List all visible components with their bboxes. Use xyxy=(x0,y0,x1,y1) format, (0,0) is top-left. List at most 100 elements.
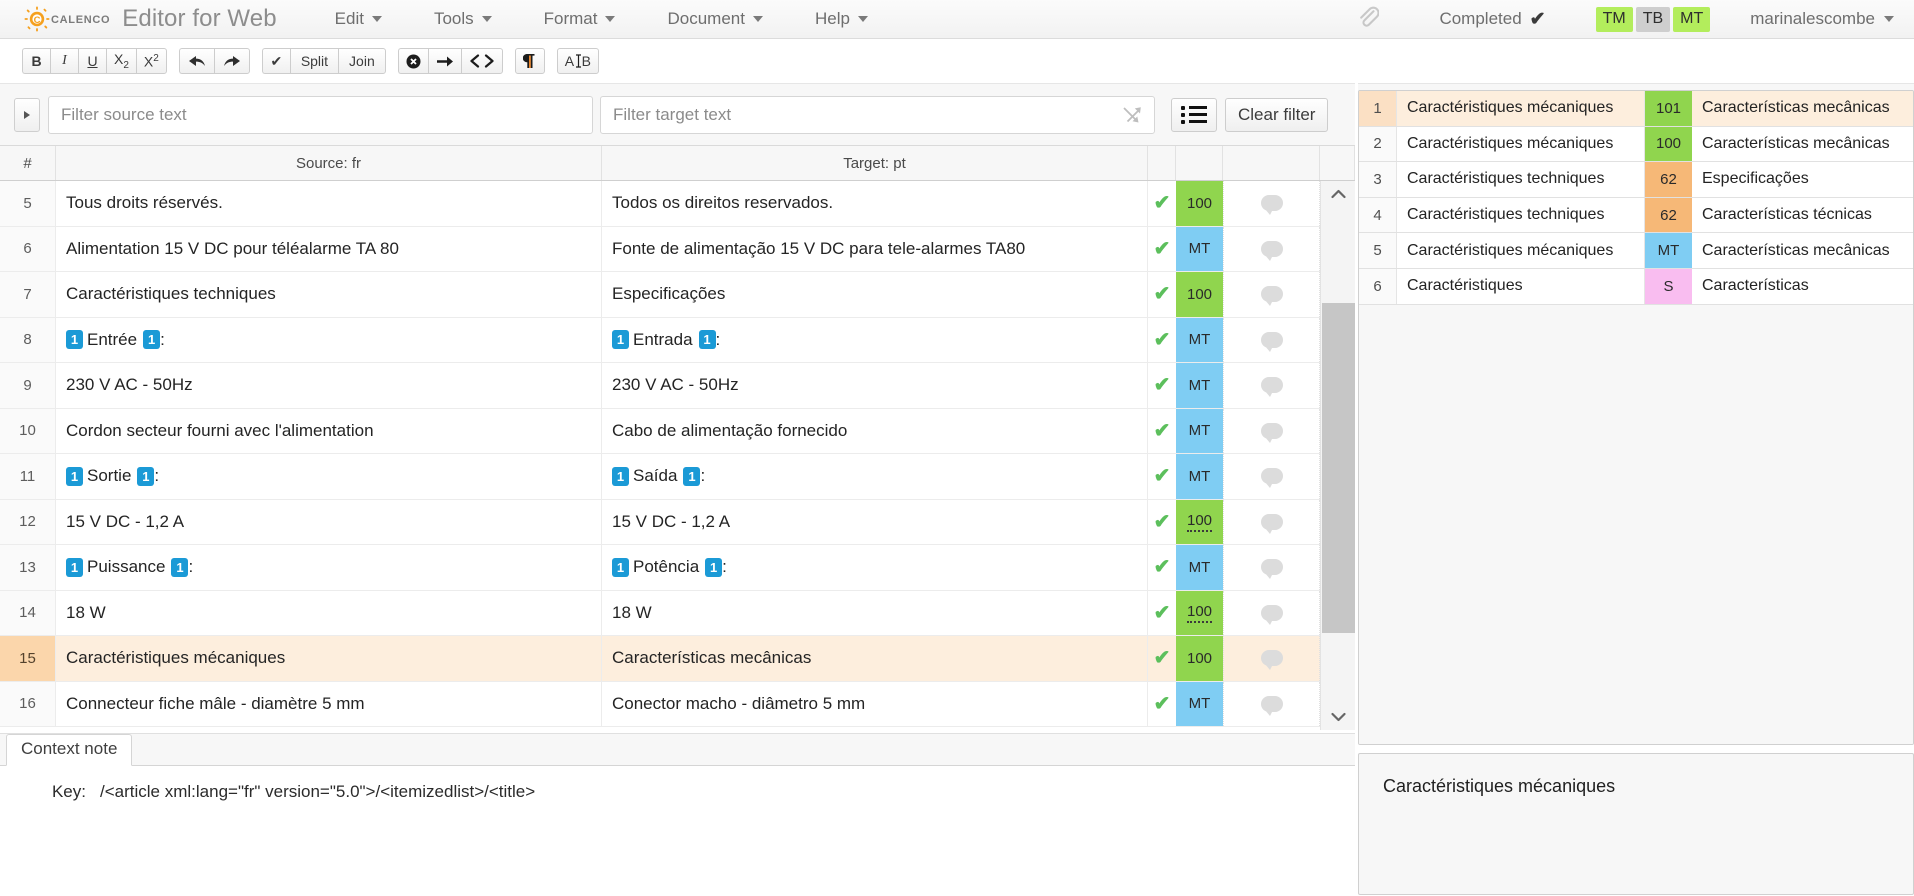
table-row[interactable]: 8 1 Entrée 1: 1 Entrada 1: ✔ MT xyxy=(0,317,1355,363)
row-score-cell[interactable]: MT xyxy=(1176,545,1223,590)
inline-tag[interactable]: 1 xyxy=(66,330,83,350)
clear-formatting-button[interactable] xyxy=(397,48,428,74)
row-score-cell[interactable]: MT xyxy=(1176,454,1223,499)
row-comment-cell[interactable] xyxy=(1223,636,1320,681)
user-menu[interactable]: marinalescombe xyxy=(1750,9,1894,29)
scroll-down-arrow-icon[interactable] xyxy=(1321,704,1355,730)
underline-button[interactable]: U xyxy=(78,48,106,74)
row-comment-cell[interactable] xyxy=(1223,499,1320,544)
row-validated-icon[interactable]: ✔ xyxy=(1148,227,1176,272)
inline-tag[interactable]: 1 xyxy=(612,330,629,350)
row-source-cell[interactable]: Cordon secteur fourni avec l'alimentatio… xyxy=(56,408,602,453)
row-validated-icon[interactable]: ✔ xyxy=(1148,181,1176,226)
comment-bubble-icon[interactable] xyxy=(1260,286,1283,307)
list-item[interactable]: 6 Caractéristiques S Características xyxy=(1359,268,1913,305)
row-source-cell[interactable]: 15 V DC - 1,2 A xyxy=(56,499,602,544)
row-validated-icon[interactable]: ✔ xyxy=(1148,363,1176,408)
list-item[interactable]: 1 Caractéristiques mécaniques 101 Caract… xyxy=(1359,91,1913,127)
menu-format[interactable]: Format xyxy=(536,5,624,33)
menu-document[interactable]: Document xyxy=(659,5,770,33)
menu-edit[interactable]: Edit xyxy=(327,5,390,33)
paperclip-icon[interactable] xyxy=(1357,5,1381,34)
table-row[interactable]: 16 Connecteur fiche mâle - diamètre 5 mm… xyxy=(0,681,1355,727)
comment-bubble-icon[interactable] xyxy=(1260,422,1283,443)
tab-context-note[interactable]: Context note xyxy=(6,734,133,766)
row-score-cell[interactable]: 100 xyxy=(1176,590,1223,635)
undo-button[interactable] xyxy=(178,48,214,74)
subscript-button[interactable]: X2 xyxy=(106,48,136,74)
comment-bubble-icon[interactable] xyxy=(1260,559,1283,580)
row-validated-icon[interactable]: ✔ xyxy=(1148,591,1176,636)
redo-button[interactable] xyxy=(213,48,250,74)
row-validated-icon[interactable]: ✔ xyxy=(1148,636,1176,681)
row-score-cell[interactable]: 100 xyxy=(1176,636,1223,681)
row-score-cell[interactable]: 100 xyxy=(1176,499,1223,544)
row-comment-cell[interactable] xyxy=(1223,545,1320,590)
list-item[interactable]: 4 Caractéristiques techniques 62 Caracte… xyxy=(1359,197,1913,234)
row-target-cell[interactable]: Conector macho - diâmetro 5 mm xyxy=(602,681,1148,726)
insert-tag-button[interactable] xyxy=(427,48,461,74)
inline-tag[interactable]: 1 xyxy=(66,557,83,577)
row-source-cell[interactable]: 1 Puissance 1 : xyxy=(56,545,602,590)
bold-button[interactable]: B xyxy=(22,48,50,74)
row-comment-cell[interactable] xyxy=(1223,226,1320,271)
row-comment-cell[interactable] xyxy=(1223,590,1320,635)
list-item[interactable]: 2 Caractéristiques mécaniques 100 Caract… xyxy=(1359,126,1913,163)
row-comment-cell[interactable] xyxy=(1223,408,1320,453)
row-source-cell[interactable]: 18 W xyxy=(56,590,602,635)
row-source-cell[interactable]: Caractéristiques techniques xyxy=(56,272,602,317)
row-target-cell[interactable]: 15 V DC - 1,2 A xyxy=(602,499,1148,544)
menu-help[interactable]: Help xyxy=(807,5,876,33)
filter-target-input[interactable] xyxy=(600,95,1155,134)
row-target-cell[interactable]: 18 W xyxy=(602,590,1148,635)
list-item[interactable]: 5 Caractéristiques mécaniques MT Caracte… xyxy=(1359,233,1913,269)
row-source-cell[interactable]: Tous droits réservés. xyxy=(56,181,602,226)
row-source-cell[interactable]: Caractéristiques mécaniques xyxy=(56,636,602,681)
row-validated-icon[interactable]: ✔ xyxy=(1148,545,1176,590)
inline-tag[interactable]: 1 xyxy=(612,557,629,577)
inline-tag[interactable]: 1 xyxy=(612,466,629,486)
inline-tag[interactable]: 1 xyxy=(66,466,83,486)
row-score-cell[interactable]: MT xyxy=(1176,681,1223,726)
row-score-cell[interactable]: 100 xyxy=(1176,272,1223,317)
comment-bubble-icon[interactable] xyxy=(1260,695,1283,716)
app-logo[interactable]: C CALENCO xyxy=(24,6,110,32)
row-validated-icon[interactable]: ✔ xyxy=(1148,318,1176,363)
table-row[interactable]: 9 230 V AC - 50Hz 230 V AC - 50Hz ✔ MT xyxy=(0,363,1355,409)
join-button[interactable]: Join xyxy=(338,48,386,74)
badge-tm[interactable]: TM xyxy=(1595,6,1633,32)
row-target-cell[interactable]: 1 Saída 1: xyxy=(602,454,1148,499)
row-comment-cell[interactable] xyxy=(1223,272,1320,317)
row-validated-icon[interactable]: ✔ xyxy=(1148,500,1176,545)
row-target-cell[interactable]: Cabo de alimentação fornecido xyxy=(602,408,1148,453)
table-row[interactable]: 5 Tous droits réservés. Todos os direito… xyxy=(0,181,1355,227)
filter-source-input[interactable] xyxy=(48,95,593,134)
row-target-cell[interactable]: 230 V AC - 50Hz xyxy=(602,363,1148,408)
comment-bubble-icon[interactable] xyxy=(1260,604,1283,625)
inline-tag[interactable]: 1 xyxy=(137,466,155,486)
row-score-cell[interactable]: MT xyxy=(1176,408,1223,453)
scrollbar-thumb[interactable] xyxy=(1322,303,1355,633)
comment-bubble-icon[interactable] xyxy=(1260,240,1283,261)
comment-bubble-icon[interactable] xyxy=(1260,650,1283,671)
inline-tag[interactable]: 1 xyxy=(705,557,723,577)
comment-bubble-icon[interactable] xyxy=(1260,468,1283,489)
pilcrow-button[interactable] xyxy=(514,48,545,74)
table-row[interactable]: 13 1 Puissance 1 : 1 Potência 1: ✔ MT xyxy=(0,545,1355,591)
row-target-cell[interactable]: Especificações xyxy=(602,272,1148,317)
row-comment-cell[interactable] xyxy=(1223,363,1320,408)
inline-tag[interactable]: 1 xyxy=(171,557,189,577)
row-score-cell[interactable]: MT xyxy=(1176,363,1223,408)
scroll-up-arrow-icon[interactable] xyxy=(1321,181,1355,207)
row-source-cell[interactable]: 230 V AC - 50Hz xyxy=(56,363,602,408)
status-completed[interactable]: Completed ✔ xyxy=(1439,9,1545,29)
table-row[interactable]: 11 1 Sortie 1: 1 Saída 1: ✔ MT xyxy=(0,454,1355,500)
row-score-cell[interactable]: MT xyxy=(1176,317,1223,362)
inline-tag[interactable]: 1 xyxy=(698,330,716,350)
row-comment-cell[interactable] xyxy=(1223,454,1320,499)
row-validated-icon[interactable]: ✔ xyxy=(1148,272,1176,317)
table-row[interactable]: 7 Caractéristiques techniques Especifica… xyxy=(0,272,1355,318)
compare-ab-button[interactable]: A B xyxy=(556,48,599,74)
comment-bubble-icon[interactable] xyxy=(1260,513,1283,534)
row-comment-cell[interactable] xyxy=(1223,181,1320,226)
